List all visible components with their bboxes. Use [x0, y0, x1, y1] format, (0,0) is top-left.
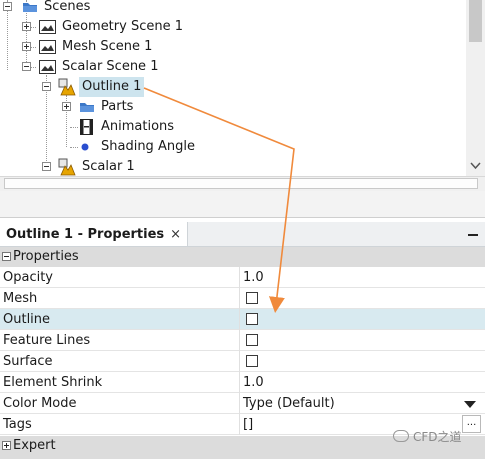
folder-icon [23, 3, 37, 12]
tree-item-label: Mesh Scene 1 [62, 39, 153, 54]
scene-icon [39, 60, 56, 74]
tags-value[interactable]: [] [243, 414, 253, 435]
column-divider [239, 288, 240, 309]
property-row-mesh[interactable]: Mesh [0, 288, 485, 309]
outline-checkbox[interactable] [246, 313, 258, 325]
feature-lines-checkbox[interactable] [246, 334, 258, 346]
group-label: Properties [13, 249, 79, 264]
dropdown-arrow-icon[interactable] [464, 401, 476, 408]
tree-item-label: Scenes [44, 0, 91, 14]
tree-panel-footer [0, 191, 485, 218]
tree-item-label: Shading Angle [101, 139, 195, 154]
column-divider [239, 372, 240, 393]
group-properties[interactable]: Properties [0, 247, 485, 267]
element-shrink-value[interactable]: 1.0 [243, 372, 264, 393]
collapse-toggle[interactable] [42, 82, 51, 91]
tree-item-label: Parts [101, 99, 134, 114]
collapse-toggle[interactable] [3, 2, 12, 11]
property-name: Surface [3, 354, 53, 369]
group-label: Expert [13, 438, 56, 453]
watermark-text: CFD之道 [413, 429, 462, 444]
tree-item-shading-angle[interactable]: Shading Angle [0, 137, 460, 157]
column-divider [239, 351, 240, 372]
property-name: Opacity [3, 270, 54, 285]
column-divider [239, 393, 240, 414]
expand-toggle[interactable] [22, 22, 31, 31]
dot-icon [81, 143, 89, 151]
collapse-toggle[interactable] [2, 252, 11, 261]
scrollbar-thumb[interactable] [469, 0, 482, 42]
opacity-value[interactable]: 1.0 [243, 267, 264, 288]
tree-item-label: Outline 1 [79, 77, 145, 97]
expand-toggle[interactable] [22, 42, 31, 51]
tree-item-label: Scalar 1 [82, 159, 135, 174]
tree-item-label: Animations [101, 119, 175, 134]
property-row-outline[interactable]: Outline [0, 309, 485, 330]
collapse-toggle[interactable] [42, 162, 51, 171]
scrollbar-thumb[interactable] [4, 178, 478, 189]
property-row-color-mode[interactable]: Color Mode Type (Default) [0, 393, 485, 414]
tab-outline-properties[interactable]: Outline 1 - Properties × [0, 222, 189, 246]
tree-item-label: Scalar Scene 1 [62, 59, 159, 74]
scene-icon [39, 40, 56, 54]
column-divider [239, 330, 240, 351]
property-name: Color Mode [3, 396, 77, 411]
column-divider [239, 309, 240, 330]
displayer-icon [58, 158, 76, 176]
column-divider [239, 414, 240, 435]
collapse-toggle[interactable] [22, 62, 31, 71]
property-row-opacity[interactable]: Opacity 1.0 [0, 267, 485, 288]
column-divider [239, 267, 240, 288]
tree-item-scalar-1[interactable]: Scalar 1 [0, 157, 460, 176]
expand-toggle[interactable] [62, 102, 71, 111]
color-mode-select[interactable]: Type (Default) [243, 393, 335, 414]
property-name: Feature Lines [3, 333, 91, 348]
scene-icon [39, 20, 56, 34]
folder-icon [80, 103, 94, 112]
property-name: Mesh [3, 291, 38, 306]
object-tree: Scenes Geometry Scene 1 Mesh Scene 1 Sca… [0, 0, 485, 176]
wechat-icon [393, 430, 409, 442]
tab-title: Outline 1 - Properties [6, 226, 165, 242]
displayer-icon [58, 78, 76, 96]
scroll-down-icon[interactable] [470, 162, 481, 170]
property-name: Tags [3, 417, 32, 432]
mesh-checkbox[interactable] [246, 292, 258, 304]
property-name: Outline [3, 312, 51, 327]
tree-item-geometry-scene[interactable]: Geometry Scene 1 [0, 17, 460, 37]
property-row-feature-lines[interactable]: Feature Lines [0, 330, 485, 351]
surface-checkbox[interactable] [246, 355, 258, 367]
property-row-surface[interactable]: Surface [0, 351, 485, 372]
animation-icon [80, 119, 93, 135]
close-icon[interactable]: × [170, 227, 181, 242]
minimize-icon[interactable] [466, 226, 480, 242]
tree-item-animations[interactable]: Animations [0, 117, 460, 137]
watermark: CFD之道 [393, 426, 483, 446]
property-name: Element Shrink [3, 375, 103, 390]
tree-item-scenes[interactable]: Scenes [0, 0, 460, 17]
tree-item-label: Geometry Scene 1 [62, 19, 183, 34]
tree-item-parts[interactable]: Parts [0, 97, 460, 117]
tree-item-outline-1[interactable]: Outline 1 [0, 77, 460, 97]
expand-toggle[interactable] [2, 441, 11, 450]
tree-item-scalar-scene[interactable]: Scalar Scene 1 [0, 57, 460, 77]
tree-item-mesh-scene[interactable]: Mesh Scene 1 [0, 37, 460, 57]
property-row-element-shrink[interactable]: Element Shrink 1.0 [0, 372, 485, 393]
